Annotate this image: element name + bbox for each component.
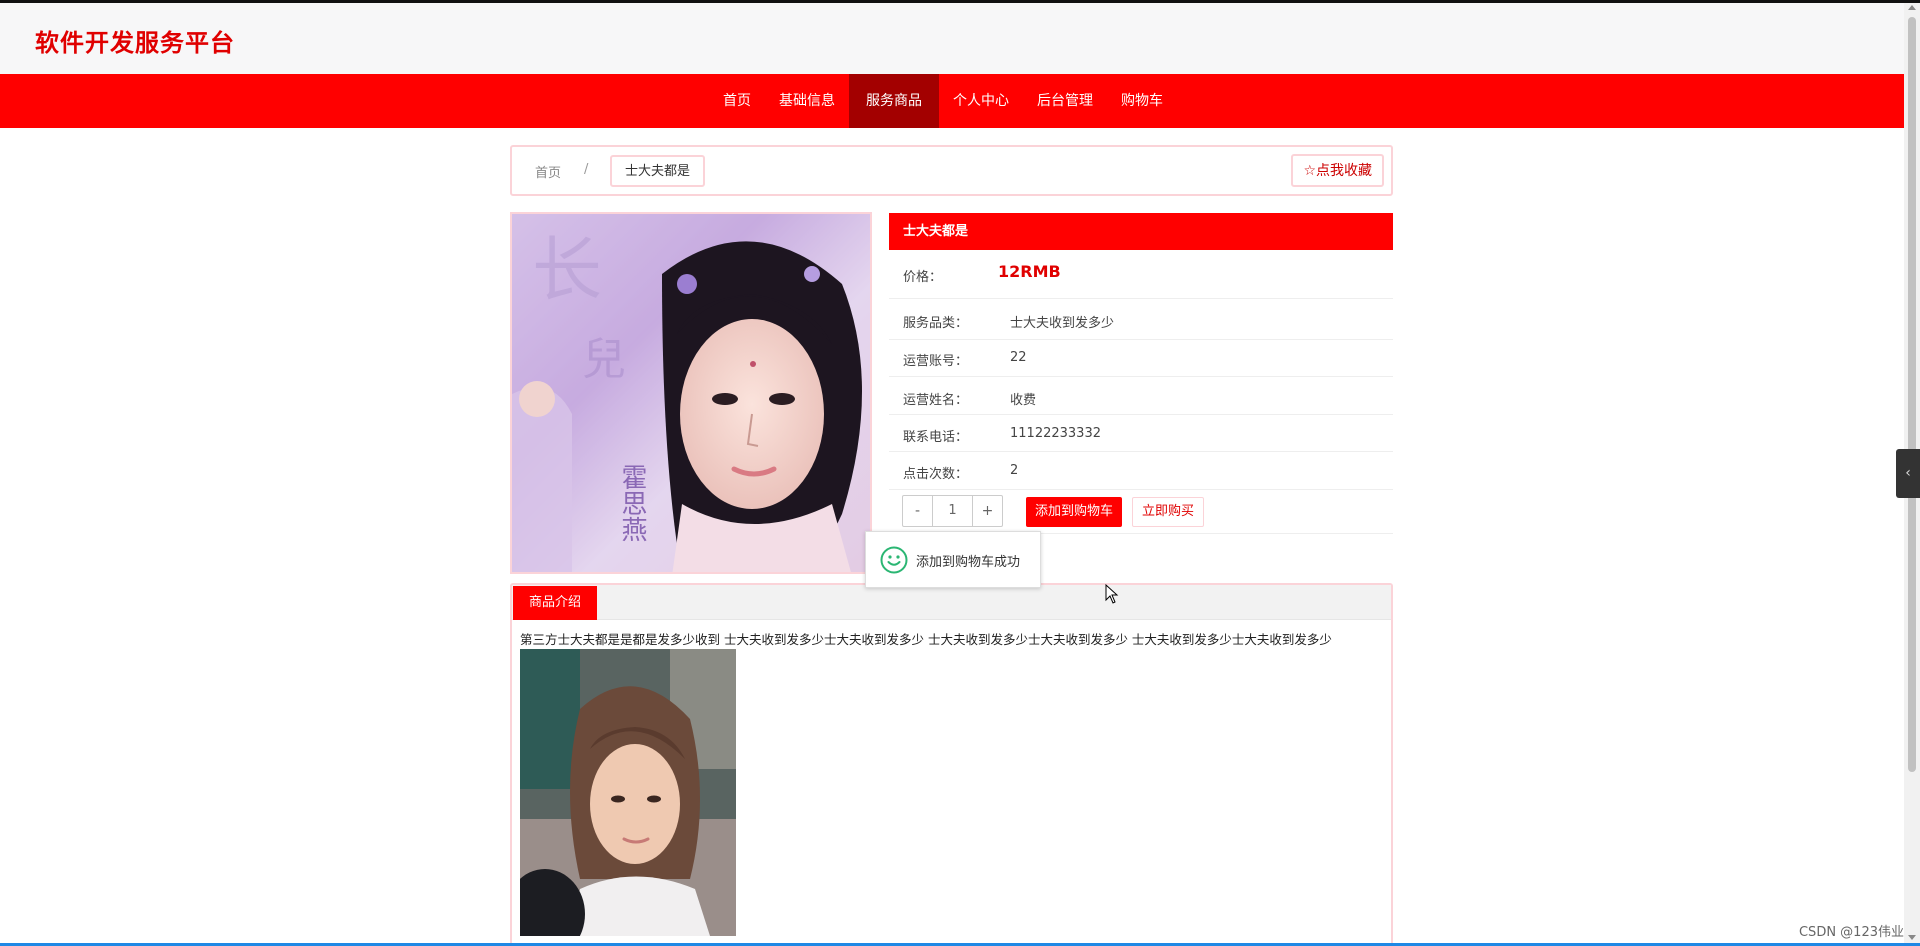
detail-label: 联系电话： <box>903 430 969 445</box>
breadcrumb-current: 士大夫都是 <box>610 155 706 187</box>
nav-item-cart[interactable]: 购物车 <box>1107 74 1177 128</box>
site-title[interactable]: 软件开发服务平台 <box>35 23 235 58</box>
detail-label: 运营账号： <box>903 354 969 369</box>
description-tab-bar: 商品介绍 <box>512 585 1391 620</box>
nav-item-basic-info[interactable]: 基础信息 <box>765 74 849 128</box>
detail-value: 22 <box>1010 350 1027 365</box>
quantity-decrease-button[interactable]: - <box>903 496 932 526</box>
product-name-header: 士大夫都是 <box>889 213 1393 250</box>
svg-text:长: 长 <box>532 229 602 311</box>
scroll-thumb[interactable] <box>1908 17 1916 772</box>
breadcrumb: 首页 / 士大夫都是 ☆点我收藏 <box>510 145 1393 196</box>
smile-face-icon <box>880 546 908 574</box>
detail-value: 11122233332 <box>1010 426 1101 441</box>
add-to-cart-button[interactable]: 添加到购物车 <box>1026 497 1123 527</box>
favorite-button[interactable]: ☆点我收藏 <box>1291 154 1384 187</box>
side-panel-toggle[interactable]: ‹ <box>1896 449 1920 498</box>
quantity-stepper: - 1 + <box>902 495 1003 527</box>
add-to-cart-toast: 添加到购物车成功 <box>865 531 1041 588</box>
price-label: 价格： <box>903 270 943 285</box>
main-nav: 首页 基础信息 服务商品 个人中心 后台管理 购物车 <box>0 74 1904 128</box>
nav-item-home[interactable]: 首页 <box>709 74 765 128</box>
site-header: 软件开发服务平台 <box>0 3 1904 74</box>
detail-row-phone: 联系电话： 11122233332 <box>889 415 1393 452</box>
scroll-down-arrow-icon[interactable] <box>1908 935 1916 940</box>
detail-label: 服务品类： <box>903 316 969 331</box>
mouse-cursor-icon <box>1105 584 1119 604</box>
detail-value: 士大夫收到发多少 <box>1010 316 1115 331</box>
nav-item-personal-center[interactable]: 个人中心 <box>939 74 1023 128</box>
detail-row-operator-name: 运营姓名： 收费 <box>889 377 1393 415</box>
detail-label: 点击次数： <box>903 467 969 482</box>
nav-item-service-products[interactable]: 服务商品 <box>849 74 939 128</box>
product-description-panel: 商品介绍 第三方士大夫都是是都是发多少收到 士大夫收到发多少士大夫收到发多少 士… <box>510 583 1393 946</box>
svg-text:霍思燕: 霍思燕 <box>617 464 647 542</box>
chevron-left-icon: ‹ <box>1905 465 1911 481</box>
description-image <box>520 649 736 936</box>
star-outline-icon: ☆ <box>1303 163 1316 179</box>
nav-item-admin[interactable]: 后台管理 <box>1023 74 1107 128</box>
breadcrumb-separator: / <box>584 162 589 177</box>
price-value: 12RMB <box>998 262 1061 281</box>
tab-product-intro[interactable]: 商品介绍 <box>513 586 598 620</box>
favorite-button-label: 点我收藏 <box>1316 163 1372 179</box>
product-image: 长 兒 霍思燕 <box>510 212 872 574</box>
detail-value: 2 <box>1010 463 1019 478</box>
description-photo-illustration <box>520 649 736 936</box>
toast-message: 添加到购物车成功 <box>916 555 1021 570</box>
detail-row-category: 服务品类： 士大夫收到发多少 <box>889 299 1393 340</box>
description-text: 第三方士大夫都是是都是发多少收到 士大夫收到发多少士大夫收到发多少 士大夫收到发… <box>520 632 1332 647</box>
nav-list: 首页 基础信息 服务商品 个人中心 后台管理 购物车 <box>709 74 1177 128</box>
svg-text:兒: 兒 <box>582 334 626 385</box>
watermark: CSDN @123伟业 <box>1798 925 1904 940</box>
quantity-input[interactable]: 1 <box>932 496 973 526</box>
scroll-up-arrow-icon[interactable] <box>1908 5 1916 10</box>
detail-value: 收费 <box>1010 393 1037 408</box>
buy-now-button[interactable]: 立即购买 <box>1132 497 1205 527</box>
breadcrumb-home-link[interactable]: 首页 <box>535 162 561 181</box>
detail-row-clicks: 点击次数： 2 <box>889 452 1393 490</box>
detail-row-account: 运营账号： 22 <box>889 340 1393 377</box>
detail-label: 运营姓名： <box>903 393 969 408</box>
price-row: 价格： 12RMB <box>889 250 1393 299</box>
quantity-increase-button[interactable]: + <box>973 496 1002 526</box>
product-portrait-illustration: 长 兒 霍思燕 <box>512 214 870 572</box>
